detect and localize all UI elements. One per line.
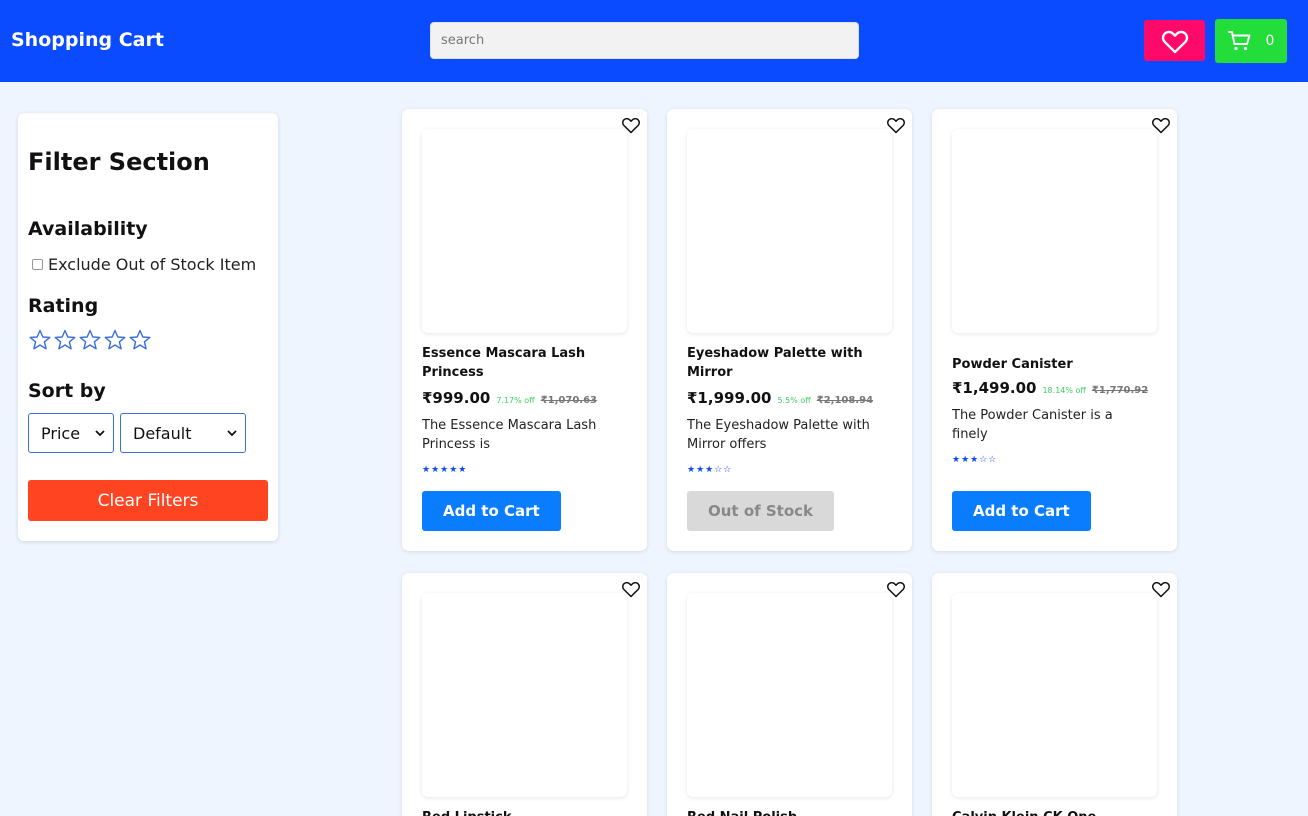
original-price: ₹1,070.63	[540, 395, 598, 406]
product-name[interactable]: Red Nail Polish	[687, 808, 892, 816]
filter-panel: Filter Section Availability Exclude Out …	[18, 113, 278, 541]
sort-order-select[interactable]: Default	[120, 413, 246, 453]
product-card[interactable]: Red Nail Polish	[667, 573, 912, 816]
product-card[interactable]: Eyeshadow Palette with Mirror ₹1,999.00 …	[667, 109, 912, 551]
product-card[interactable]: Red Lipstick	[402, 573, 647, 816]
wishlist-button[interactable]	[1144, 20, 1205, 61]
star-icon[interactable]	[53, 328, 77, 352]
add-to-cart-button[interactable]: Add to Cart	[952, 491, 1091, 531]
price-row: ₹999.00 7.17% off ₹1,070.63	[422, 389, 597, 407]
product-price: ₹1,499.00	[952, 379, 1037, 397]
product-price: ₹999.00	[422, 389, 491, 407]
product-name[interactable]: Eyeshadow Palette with Mirror	[687, 344, 892, 382]
discount-percent: 7.17% off	[496, 396, 535, 405]
search-input[interactable]	[430, 22, 859, 59]
product-description: The Eyeshadow Palette with Mirror offers	[687, 418, 870, 452]
heart-icon	[1161, 30, 1188, 53]
filter-title: Filter Section	[28, 148, 210, 176]
product-card[interactable]: Essence Mascara Lash Princess ₹999.00 7.…	[402, 109, 647, 551]
product-rating: ★★★☆☆	[687, 465, 733, 475]
price-row: ₹1,499.00 18.14% off ₹1,770.92	[952, 379, 1148, 397]
star-icon[interactable]	[28, 328, 52, 352]
product-image[interactable]	[422, 593, 627, 797]
sort-order-value: Default	[133, 423, 192, 443]
sort-heading: Sort by	[28, 380, 106, 402]
product-image[interactable]	[687, 593, 892, 797]
product-description: The Essence Mascara Lash Princess is	[422, 418, 597, 452]
original-price: ₹1,770.92	[1091, 385, 1149, 396]
discount-percent: 18.14% off	[1042, 386, 1086, 395]
clear-filters-button[interactable]: Clear Filters	[28, 480, 268, 521]
availability-heading: Availability	[28, 218, 148, 240]
product-name[interactable]: Powder Canister	[952, 355, 1157, 374]
rating-stars	[28, 328, 152, 352]
sort-field-value: Price	[41, 423, 81, 443]
cart-button[interactable]: 0	[1215, 19, 1287, 63]
star-icon[interactable]	[128, 328, 152, 352]
exclude-out-of-stock-checkbox[interactable]	[32, 259, 43, 270]
product-card[interactable]: Calvin Klein CK One	[932, 573, 1177, 816]
exclude-out-of-stock-option[interactable]: Exclude Out of Stock Item	[32, 255, 256, 274]
price-row: ₹1,999.00 5.5% off ₹2,108.94	[687, 389, 873, 407]
product-name[interactable]: Red Lipstick	[422, 808, 627, 816]
chevron-down-icon	[95, 430, 105, 437]
discount-percent: 5.5% off	[777, 396, 811, 405]
product-name[interactable]: Essence Mascara Lash Princess	[422, 344, 627, 382]
product-rating: ★★★★★	[422, 465, 468, 475]
product-description: The Powder Canister is a finely	[952, 408, 1113, 442]
original-price: ₹2,108.94	[816, 395, 874, 406]
brand-title[interactable]: Shopping Cart	[11, 29, 164, 51]
product-name[interactable]: Calvin Klein CK One	[952, 808, 1157, 816]
top-navbar: Shopping Cart 0	[0, 0, 1308, 82]
product-image[interactable]	[422, 129, 627, 333]
product-rating: ★★★☆☆	[952, 455, 998, 465]
star-icon[interactable]	[78, 328, 102, 352]
rating-heading: Rating	[28, 295, 99, 317]
product-price: ₹1,999.00	[687, 389, 772, 407]
product-image[interactable]	[687, 129, 892, 333]
product-image[interactable]	[952, 593, 1157, 797]
cart-icon	[1227, 31, 1251, 51]
sort-field-select[interactable]: Price	[28, 413, 114, 453]
out-of-stock-button: Out of Stock	[687, 491, 835, 531]
exclude-out-of-stock-label: Exclude Out of Stock Item	[48, 255, 257, 274]
cart-count: 0	[1265, 33, 1275, 49]
star-icon[interactable]	[103, 328, 127, 352]
chevron-down-icon	[227, 430, 237, 437]
product-image[interactable]	[952, 129, 1157, 333]
add-to-cart-button[interactable]: Add to Cart	[422, 491, 561, 531]
product-card[interactable]: Powder Canister ₹1,499.00 18.14% off ₹1,…	[932, 109, 1177, 551]
